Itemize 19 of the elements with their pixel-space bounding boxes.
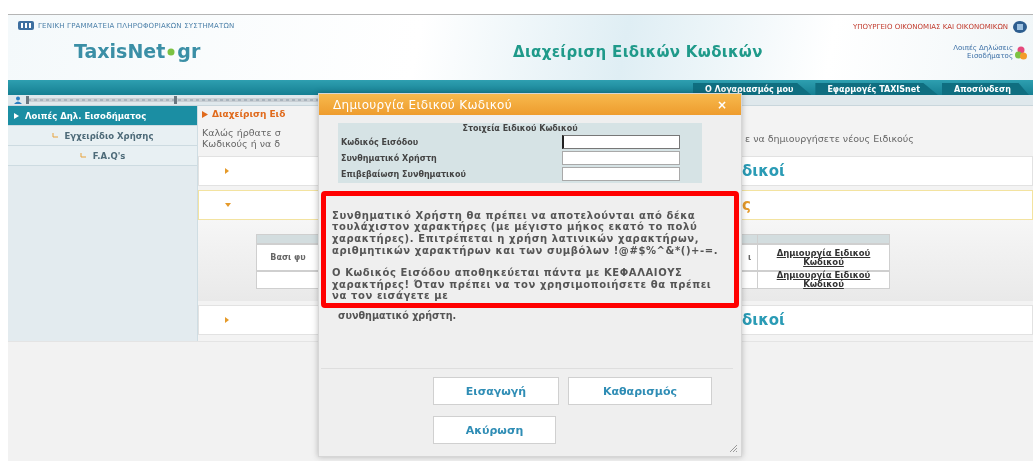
notice-text: Συνθηματικό Χρήστη θα πρέπει να αποτελούνται από δέκα τουλάχιστον χαρακτήρες (με μέγιστο μήκος εκατό το πολύ χαρακτήρες). Επιτρέπεται η χρήση λατινικών χαρακτήρων, αριθμητικών χαρακτήρων και των συμβόλων !@#$%^&*()+-=. bbox=[332, 209, 720, 257]
welcome-text: Κωδικούς ή να δ bbox=[201, 138, 282, 149]
field-label: Επιβεβαίωση Συνθηματικού bbox=[340, 169, 467, 179]
section-title: ς bbox=[742, 196, 752, 214]
breadcrumb: Διαχείριση Ειδ bbox=[212, 109, 286, 119]
dialog-title: Δημιουργία Ειδικού Κωδικού bbox=[333, 97, 512, 112]
page-title: Διαχείριση Ειδικών Κωδικών bbox=[513, 42, 764, 63]
welcome-text: ε να δημιουργήσετε νέους Ειδικούς bbox=[744, 132, 915, 144]
logo-suffix: gr bbox=[177, 40, 201, 62]
table-cell: Βασι φυ bbox=[256, 244, 319, 271]
logo-text: TaxisNet bbox=[74, 40, 166, 62]
field-label: Συνθηματικό Χρήστη bbox=[340, 153, 438, 163]
welcome-text: Καλώς ήρθατε σ bbox=[201, 127, 282, 138]
form-heading: Στοιχεία Ειδικού Κωδικού bbox=[461, 124, 579, 133]
field-label: Κωδικός Εισόδου bbox=[340, 137, 420, 147]
section-title: δικοί bbox=[742, 162, 786, 180]
notice-text: Ο Κωδικός Εισόδου αποθηκεύεται πάντα με ΚΕΦΑΛΑΙΟΥΣ χαρακτήρες! Όταν πρέπει να τον χρησιμοποιήσετε θα πρέπει να τον εισάγετε με bbox=[332, 267, 713, 302]
section-title: δικοί bbox=[742, 311, 786, 329]
notice-text: συνθηματικό χρήστη. bbox=[337, 309, 458, 321]
